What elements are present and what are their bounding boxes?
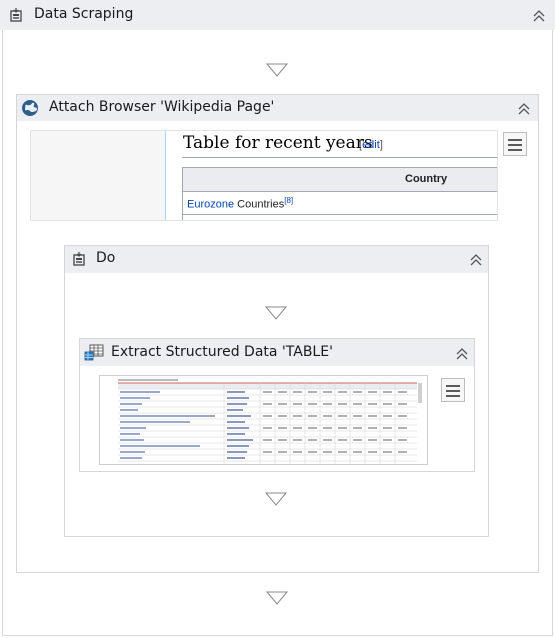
data-scraping-icon	[10, 8, 22, 22]
collapse-icon[interactable]	[469, 253, 483, 267]
preview-content: Table for recent years [edit] Country Eu…	[165, 131, 497, 220]
collapse-icon[interactable]	[532, 9, 546, 23]
extracted-table-preview	[99, 375, 428, 465]
attach-browser-header[interactable]: Attach Browser 'Wikipedia Page'	[17, 95, 538, 121]
table-thumbnail	[100, 376, 427, 464]
data-scraping-icon	[73, 252, 85, 266]
extract-title: Extract Structured Data 'TABLE'	[111, 344, 333, 360]
column-header-country: Country	[405, 173, 448, 185]
wiki-table: Country Eurozone Countries[8]	[182, 167, 497, 220]
attach-browser-title: Attach Browser 'Wikipedia Page'	[49, 99, 275, 115]
globe-icon	[22, 100, 38, 116]
table-header-row: Country	[183, 168, 497, 192]
data-scraping-title: Data Scraping	[34, 6, 134, 22]
row-text: Countries	[234, 198, 285, 211]
do-title: Do	[96, 250, 116, 266]
data-scraping-header[interactable]: Data Scraping	[0, 0, 555, 30]
row-ref[interactable]: [8]	[284, 196, 293, 205]
row-divider	[183, 214, 497, 215]
do-header[interactable]: Do	[65, 246, 488, 273]
attach-menu-button[interactable]	[503, 132, 527, 156]
drop-zone-icon[interactable]	[265, 492, 287, 506]
table-row: Eurozone Countries[8]	[187, 196, 293, 211]
collapse-icon[interactable]	[455, 347, 469, 361]
collapse-icon[interactable]	[517, 102, 531, 116]
browser-preview: Table for recent years [edit] Country Eu…	[30, 130, 498, 221]
drop-zone-icon[interactable]	[266, 63, 288, 77]
drop-zone-icon[interactable]	[265, 306, 287, 320]
edit-link[interactable]: edit	[362, 139, 380, 151]
extract-menu-button[interactable]	[441, 378, 465, 402]
row-link[interactable]: Eurozone	[187, 199, 234, 211]
preview-sidebar	[31, 131, 165, 220]
extract-header[interactable]: Extract Structured Data 'TABLE'	[80, 339, 474, 366]
wiki-heading: Table for recent years	[183, 133, 373, 153]
wiki-edit-link[interactable]: [edit]	[359, 139, 383, 151]
heading-rule	[182, 157, 497, 158]
edit-close: ]	[379, 139, 383, 151]
table-icon	[84, 344, 104, 361]
drop-zone-icon[interactable]	[266, 591, 288, 605]
